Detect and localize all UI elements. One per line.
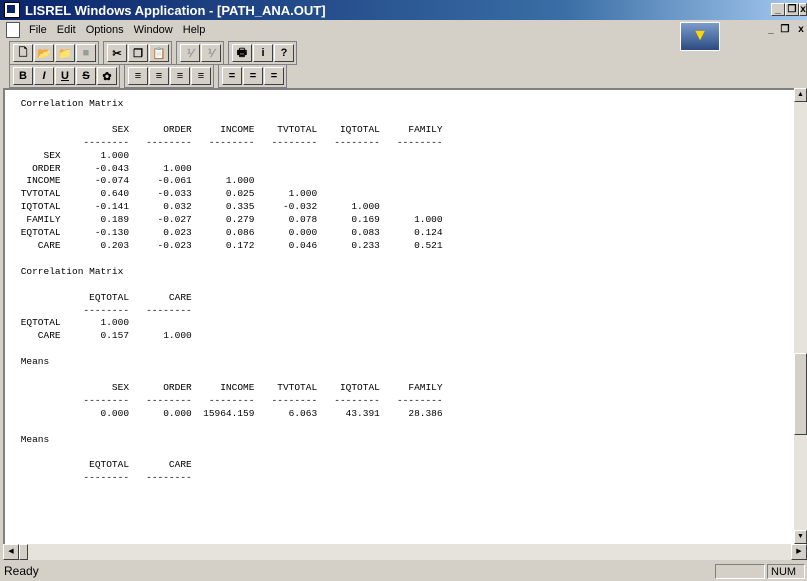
build-syntax-button[interactable]: ⅟ bbox=[201, 44, 221, 62]
build-button[interactable]: ⅟ bbox=[180, 44, 200, 62]
copy-button[interactable]: ❐ bbox=[128, 44, 148, 62]
output-line: 0.000 0.000 15964.159 6.063 43.391 28.38… bbox=[15, 407, 443, 419]
output-line: Correlation Matrix bbox=[15, 265, 124, 277]
menu-help[interactable]: Help bbox=[178, 24, 211, 36]
vertical-scrollbar[interactable]: ▲ ▼ bbox=[794, 88, 807, 544]
output-line: -------- -------- bbox=[15, 472, 192, 484]
output-line: SEX ORDER INCOME TVTOTAL IQTOTAL FAMILY bbox=[15, 381, 443, 393]
output-document[interactable]: Correlation Matrix SEX ORDER INCOME TVTO… bbox=[3, 88, 794, 544]
output-line: INCOME -0.074 -0.061 1.000 bbox=[15, 175, 255, 187]
print-button[interactable]: 🖶 bbox=[232, 44, 252, 62]
output-line: FAMILY 0.189 -0.027 0.279 0.078 0.169 1.… bbox=[15, 214, 443, 226]
status-pane-blank bbox=[715, 563, 765, 579]
output-line: SEX ORDER INCOME TVTOTAL IQTOTAL FAMILY bbox=[15, 123, 443, 135]
align-left-button[interactable]: ≡ bbox=[128, 67, 148, 85]
output-line: SEX 1.000 bbox=[15, 149, 130, 161]
minimize-button[interactable]: _ bbox=[771, 3, 785, 16]
vertical-scroll-thumb[interactable] bbox=[794, 353, 807, 435]
num-lock-indicator: NUM bbox=[767, 563, 805, 579]
output-line: -------- -------- bbox=[15, 304, 192, 316]
child-restore-button[interactable]: ❐ bbox=[779, 24, 791, 36]
menu-edit[interactable]: Edit bbox=[52, 24, 81, 36]
scroll-up-icon[interactable]: ▲ bbox=[794, 88, 807, 102]
output-line: IQTOTAL -0.141 0.032 0.335 -0.032 1.000 bbox=[15, 201, 380, 213]
open-folder-button[interactable]: 📁 bbox=[55, 44, 75, 62]
strikethrough-button[interactable]: S bbox=[76, 67, 96, 85]
title-bar: LISREL Windows Application - [PATH_ANA.O… bbox=[0, 0, 807, 20]
output-line: EQTOTAL 1.000 bbox=[15, 317, 130, 329]
output-line: -------- -------- -------- -------- ----… bbox=[15, 136, 443, 148]
output-line: Means bbox=[15, 433, 50, 445]
scroll-left-icon[interactable]: ◀ bbox=[3, 544, 19, 560]
output-line: CARE 0.203 -0.023 0.172 0.046 0.233 0.52… bbox=[15, 239, 443, 251]
status-bar: Ready NUM bbox=[0, 561, 807, 581]
italic-button[interactable]: I bbox=[34, 67, 54, 85]
lisrel-logo-icon: ▼ bbox=[680, 22, 720, 51]
horizontal-scrollbar[interactable]: ◀ ▶ bbox=[3, 544, 807, 560]
line-spacing-1-button[interactable]: = bbox=[222, 67, 242, 85]
align-right-button[interactable]: ≡ bbox=[170, 67, 190, 85]
menu-window[interactable]: Window bbox=[129, 24, 178, 36]
output-line: TVTOTAL 0.640 -0.033 0.025 1.000 bbox=[15, 188, 318, 200]
status-text: Ready bbox=[4, 564, 39, 578]
app-icon[interactable] bbox=[4, 2, 20, 18]
open-button[interactable]: 📂 bbox=[34, 44, 54, 62]
format-toolbar: B I U S ✿ ≡ ≡ ≡ ≡ = = = bbox=[0, 64, 287, 88]
output-line: Correlation Matrix bbox=[15, 98, 124, 109]
info-button[interactable]: i bbox=[253, 44, 273, 62]
output-line: EQTOTAL CARE bbox=[15, 459, 192, 471]
bold-button[interactable]: B bbox=[13, 67, 33, 85]
align-center-button[interactable]: ≡ bbox=[149, 67, 169, 85]
window-title: LISREL Windows Application - [PATH_ANA.O… bbox=[25, 2, 326, 18]
underline-button[interactable]: U bbox=[55, 67, 75, 85]
menu-file[interactable]: File bbox=[24, 24, 52, 36]
child-close-button[interactable]: x bbox=[795, 24, 807, 36]
help-button[interactable]: ? bbox=[274, 44, 294, 62]
cut-button[interactable]: ✂ bbox=[107, 44, 127, 62]
restore-button[interactable]: ❐ bbox=[785, 3, 799, 16]
document-icon[interactable] bbox=[6, 22, 20, 38]
output-line: ORDER -0.043 1.000 bbox=[15, 162, 192, 174]
standard-toolbar: 🗋 📂 📁 ■ ✂ ❐ 📋 ⅟ ⅟ 🖶 i ? bbox=[0, 41, 297, 65]
save-button[interactable]: ■ bbox=[76, 44, 96, 62]
new-button[interactable]: 🗋 bbox=[13, 44, 33, 62]
output-line: EQTOTAL CARE bbox=[15, 291, 192, 303]
line-spacing-3-button[interactable]: = bbox=[264, 67, 284, 85]
color-button[interactable]: ✿ bbox=[97, 67, 117, 85]
output-line: EQTOTAL -0.130 0.023 0.086 0.000 0.083 0… bbox=[15, 227, 443, 239]
line-spacing-2-button[interactable]: = bbox=[243, 67, 263, 85]
output-line: Means bbox=[15, 356, 50, 368]
output-line: CARE 0.157 1.000 bbox=[15, 330, 192, 342]
scroll-right-icon[interactable]: ▶ bbox=[791, 544, 807, 560]
menu-options[interactable]: Options bbox=[81, 24, 129, 36]
scroll-down-icon[interactable]: ▼ bbox=[794, 530, 807, 544]
child-minimize-button[interactable]: _ bbox=[765, 24, 777, 36]
close-button[interactable]: x bbox=[799, 3, 807, 16]
output-text: Correlation Matrix SEX ORDER INCOME TVTO… bbox=[5, 90, 794, 485]
horizontal-scroll-thumb[interactable] bbox=[19, 544, 28, 560]
paste-button[interactable]: 📋 bbox=[149, 44, 169, 62]
output-line: -------- -------- -------- -------- ----… bbox=[15, 394, 443, 406]
justify-button[interactable]: ≡ bbox=[191, 67, 211, 85]
